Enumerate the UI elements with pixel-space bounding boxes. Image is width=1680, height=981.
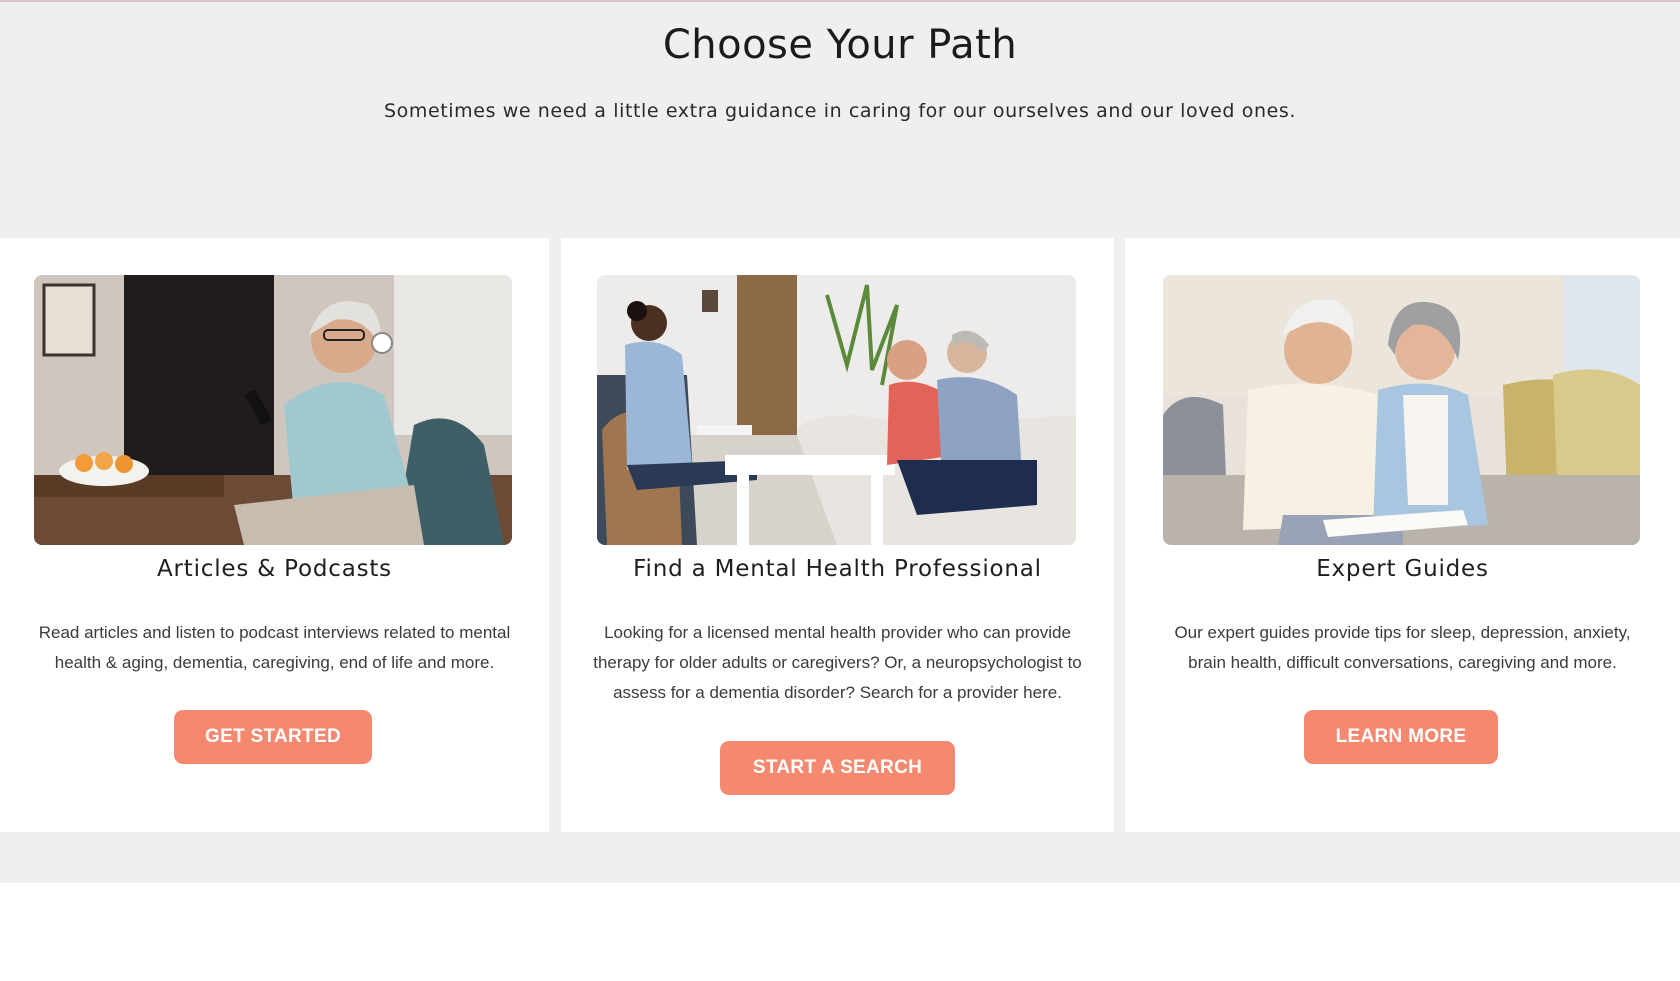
senior-couple-illustration bbox=[1163, 275, 1640, 545]
card-description: Our expert guides provide tips for sleep… bbox=[1174, 623, 1631, 672]
card-articles-podcasts: Articles & Podcasts Read articles and li… bbox=[0, 238, 549, 832]
card-title: Articles & Podcasts bbox=[157, 556, 392, 582]
card-title: Expert Guides bbox=[1316, 556, 1489, 582]
card-expert-guides: Expert Guides Our expert guides provide … bbox=[1125, 238, 1680, 832]
start-search-button[interactable]: START A SEARCH bbox=[720, 741, 955, 795]
card-description: Looking for a licensed mental health pro… bbox=[593, 623, 1082, 702]
card-image-therapy-session bbox=[597, 275, 1076, 545]
section-subtitle: Sometimes we need a little extra guidanc… bbox=[383, 100, 1297, 122]
get-started-button[interactable]: GET STARTED bbox=[174, 710, 372, 764]
card-find-professional: Find a Mental Health Professional Lookin… bbox=[561, 238, 1114, 832]
therapy-session-illustration bbox=[597, 275, 1076, 545]
card-image-woman-headphones bbox=[34, 275, 512, 545]
card-title: Find a Mental Health Professional bbox=[633, 556, 1042, 582]
card-description: Read articles and listen to podcast inte… bbox=[38, 623, 511, 672]
section-title: Choose Your Path bbox=[662, 22, 1018, 68]
choose-path-section: Choose Your Path Sometimes we need a lit… bbox=[0, 0, 1680, 883]
woman-headphones-illustration bbox=[34, 275, 512, 545]
card-image-senior-couple bbox=[1163, 275, 1640, 545]
learn-more-button[interactable]: LEARN MORE bbox=[1304, 710, 1498, 764]
